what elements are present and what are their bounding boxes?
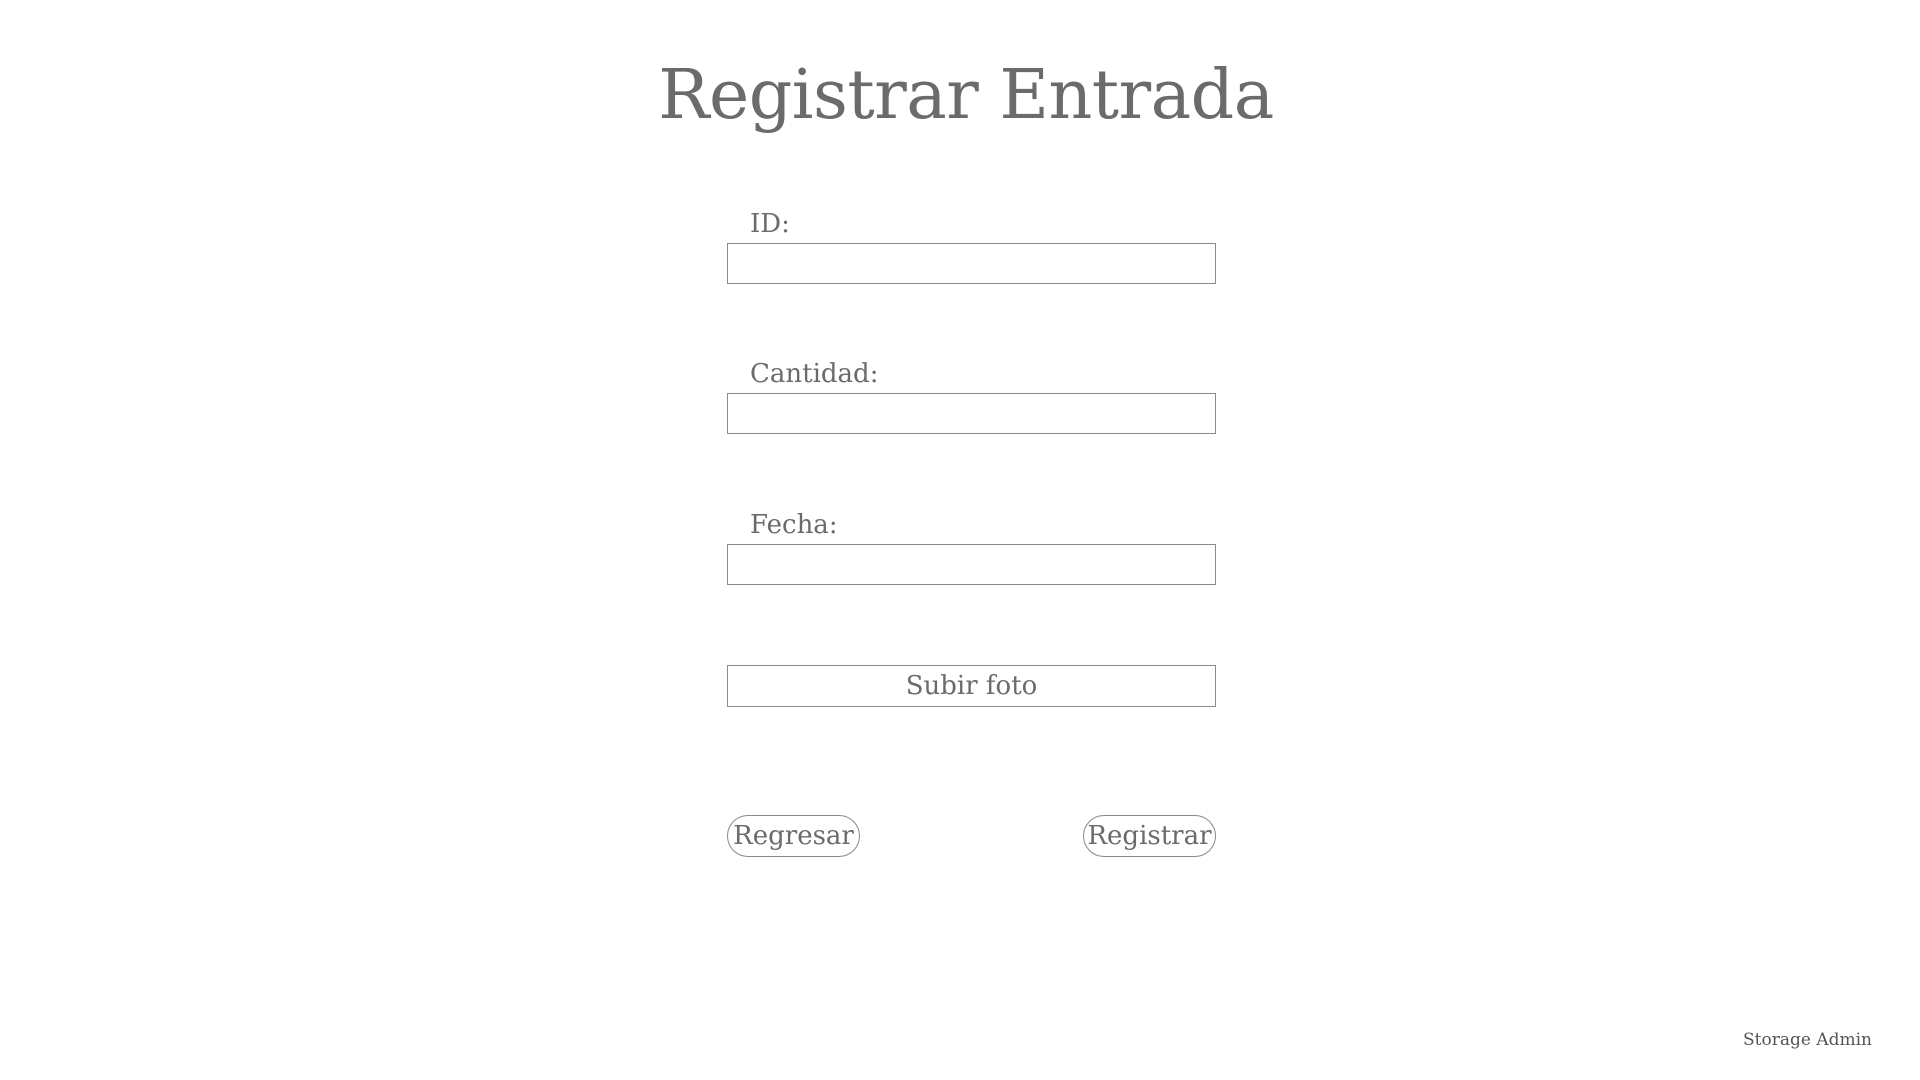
cantidad-label: Cantidad: <box>750 359 879 389</box>
upload-photo-label: Subir foto <box>905 671 1038 701</box>
upload-photo-button[interactable]: Subir foto <box>727 665 1216 707</box>
cantidad-input[interactable] <box>727 393 1216 434</box>
page-title: Registrar Entrada <box>658 56 1274 135</box>
id-input[interactable] <box>727 243 1216 284</box>
back-button[interactable]: Regresar <box>727 815 860 857</box>
id-label: ID: <box>750 209 790 239</box>
footer-brand: Storage Admin <box>1743 1030 1872 1050</box>
fecha-label: Fecha: <box>750 510 838 540</box>
fecha-input[interactable] <box>727 544 1216 585</box>
register-button[interactable]: Registrar <box>1083 815 1216 857</box>
register-button-label: Registrar <box>1087 821 1212 851</box>
back-button-label: Regresar <box>733 821 854 851</box>
